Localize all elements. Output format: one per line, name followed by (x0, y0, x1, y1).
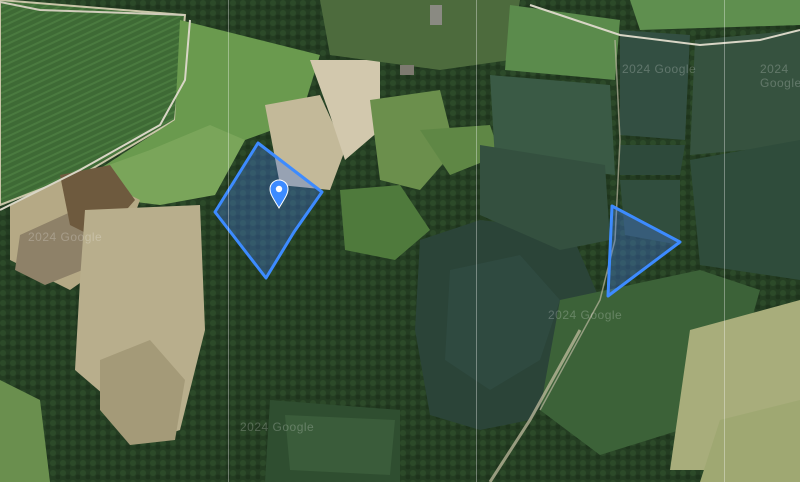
map-watermark: 2024 Google (240, 420, 315, 434)
map-watermark: 2024 Google (622, 62, 697, 76)
map-watermark: 2024 Google (548, 308, 623, 322)
satellite-map[interactable]: 2024 Google 2024 Google 2024 Google 2024… (0, 0, 800, 482)
map-watermark: 2024 Google (760, 62, 800, 90)
tile-seam (724, 0, 725, 482)
map-watermark: 2024 Google (28, 230, 103, 244)
tile-seam (476, 0, 477, 482)
bottom-strip (0, 482, 800, 500)
tile-seam (228, 0, 229, 482)
